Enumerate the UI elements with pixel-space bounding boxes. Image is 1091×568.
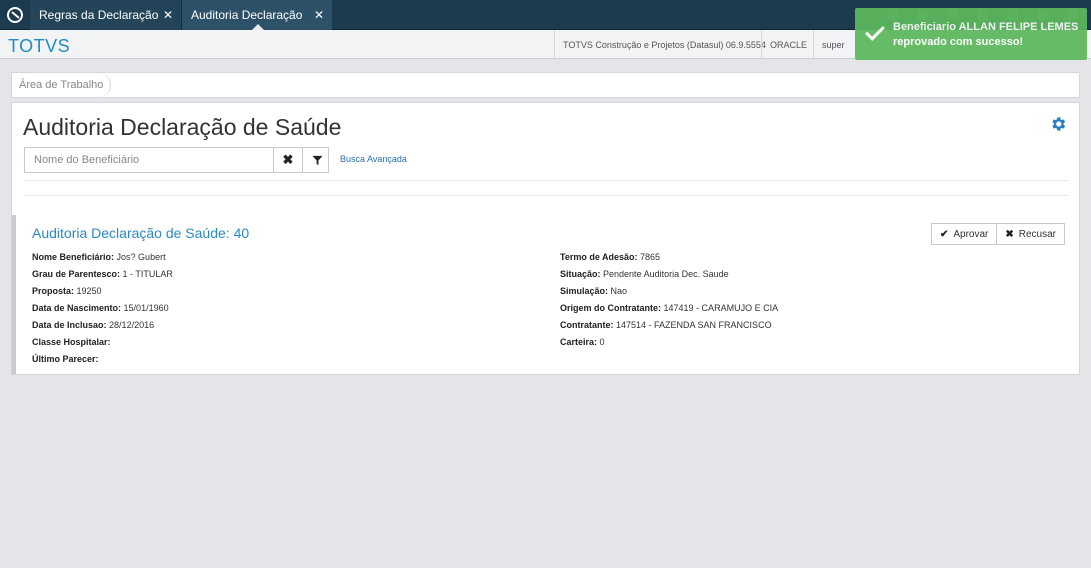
field-nome-beneficiario: Nome Beneficiário: Jos? Gubert [32,252,166,262]
check-icon: ✔ [939,228,949,240]
tab-label: Regras da Declaração [39,8,159,22]
reject-button[interactable]: ✖ Recusar [997,223,1065,245]
field-grau-parentesco: Grau de Parentesco: 1 - TITULAR [32,269,173,279]
field-data-nascimento: Data de Nascimento: 15/01/1960 [32,303,169,313]
record-card: Auditoria Declaração de Saúde: 40 ✔ Apro… [12,215,1079,374]
clear-search-button[interactable]: ✖ [273,148,302,172]
database-info: ORACLE [761,30,815,59]
approve-button[interactable]: ✔ Aprovar [930,223,998,245]
tab-label: Auditoria Declaração de Saúde [191,8,303,22]
home-button[interactable] [0,0,30,30]
main-panel: Auditoria Declaração de Saúde ✖ Busca Av… [11,102,1080,375]
tab-auditoria-declaracao[interactable]: Auditoria Declaração de Saúde ✕ [182,0,332,30]
totvs-logo[interactable]: TOTVS [8,36,70,57]
field-origem-contratante: Origem do Contratante: 147419 - CARAMUJO… [560,303,779,313]
close-icon: ✖ [1005,228,1014,240]
field-proposta: Proposta: 19250 [32,286,102,296]
close-tab-icon[interactable]: ✕ [314,8,324,22]
record-title[interactable]: Auditoria Declaração de Saúde: 40 [32,225,249,241]
field-simulacao: Simulação: Nao [560,286,628,296]
gear-icon[interactable] [1049,115,1067,133]
divider [24,195,1069,196]
record-fields-left: Nome Beneficiário: Jos? Gubert Grau de P… [32,249,173,368]
search-group: ✖ [24,147,329,173]
advanced-search-link[interactable]: Busca Avançada [340,154,407,164]
toast-message: Beneficiario ALLAN FELIPE LEMES reprovad… [893,21,1079,48]
field-contratante: Contratante: 147514 - FAZENDA SAN FRANCI… [560,320,772,330]
close-tab-icon[interactable]: ✕ [163,8,173,22]
field-situacao: Situação: Pendente Auditoria Dec. Saude [560,269,729,279]
page-title: Auditoria Declaração de Saúde [23,114,342,140]
company-info[interactable]: TOTVS Construção e Projetos (Datasul) 06… [554,30,774,59]
beneficiary-search-input[interactable] [25,148,273,172]
record-fields-right: Termo de Adesão: 7865 Situação: Pendente… [560,249,778,351]
success-toast[interactable]: Beneficiario ALLAN FELIPE LEMES reprovad… [855,8,1087,60]
record-actions: ✔ Aprovar ✖ Recusar [930,223,1065,245]
approve-label: Aprovar [953,228,989,240]
reject-label: Recusar [1018,228,1056,240]
user-info[interactable]: super [813,30,853,59]
filter-button[interactable] [302,148,331,172]
divider [24,180,1069,181]
field-data-inclusao: Data de Inclusao: 28/12/2016 [32,320,155,330]
field-classe-hospitalar: Classe Hospitalar: [32,337,111,347]
field-carteira: Carteira: 0 [560,337,605,347]
check-icon [865,21,885,41]
breadcrumb-item-area-de-trabalho[interactable]: Área de Trabalho [12,73,112,97]
field-termo-adesao: Termo de Adesão: 7865 [560,252,661,262]
breadcrumb: Área de Trabalho [11,72,1080,98]
filter-icon [311,155,323,165]
close-icon: ✖ [282,152,294,167]
tab-regras-declaracao[interactable]: Regras da Declaração ✕ [30,0,182,30]
field-ultimo-parecer: Último Parecer: [32,354,99,364]
totvs-menu-icon [7,7,23,23]
